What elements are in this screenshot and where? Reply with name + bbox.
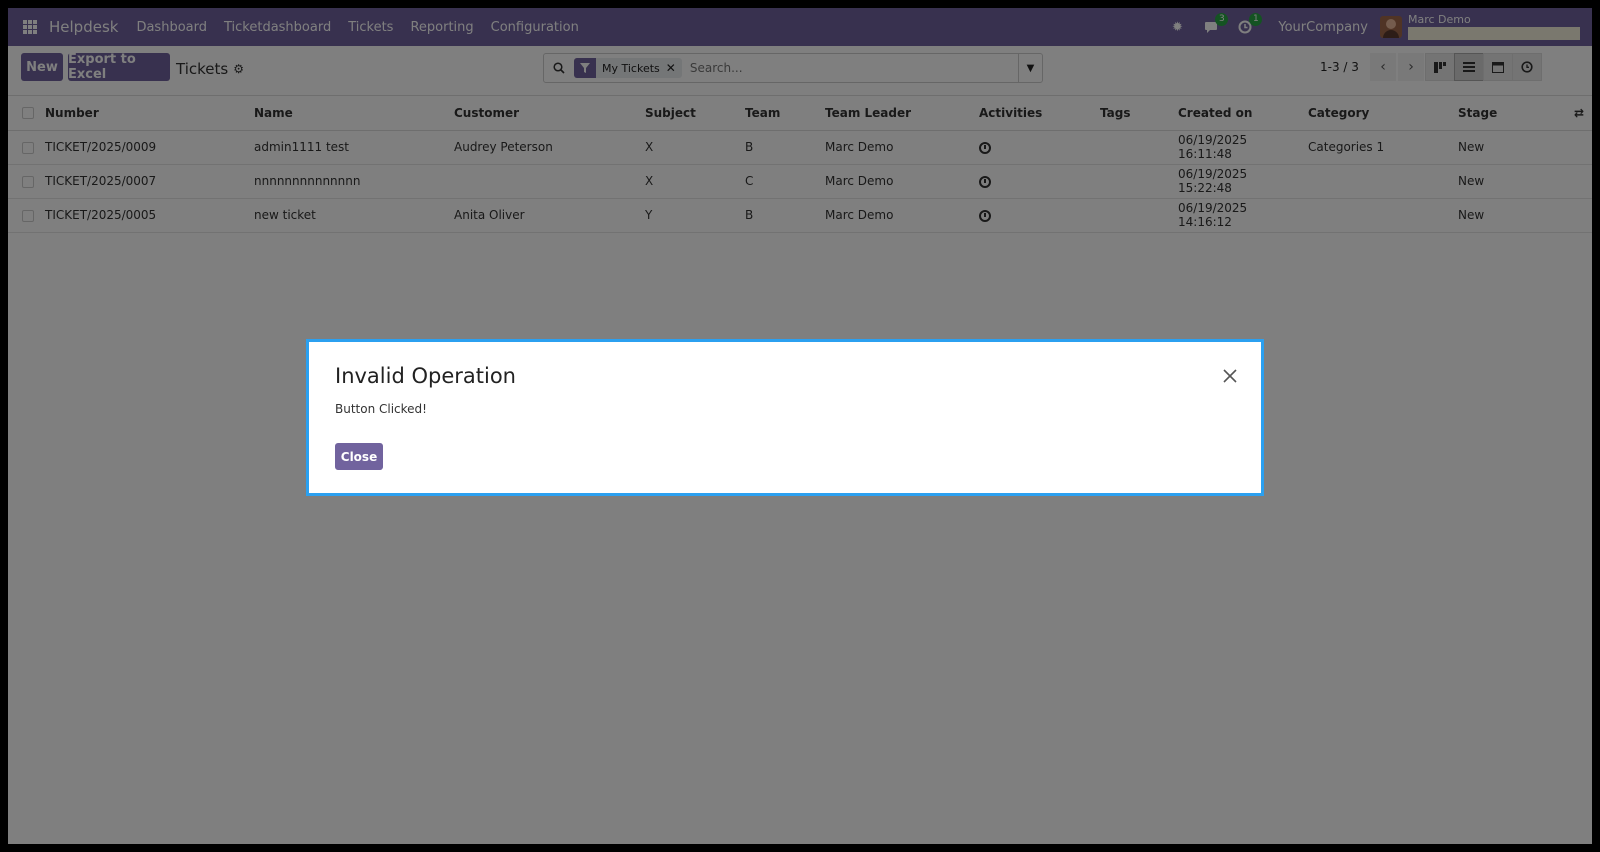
dialog-message: Button Clicked! bbox=[335, 402, 427, 416]
app-window: Helpdesk Dashboard Ticketdashboard Ticke… bbox=[8, 8, 1592, 844]
dialog-title: Invalid Operation bbox=[335, 364, 516, 388]
close-icon[interactable] bbox=[1223, 364, 1237, 388]
invalid-operation-dialog: Invalid Operation Button Clicked! Close bbox=[306, 339, 1264, 496]
dialog-close-button[interactable]: Close bbox=[335, 443, 383, 470]
